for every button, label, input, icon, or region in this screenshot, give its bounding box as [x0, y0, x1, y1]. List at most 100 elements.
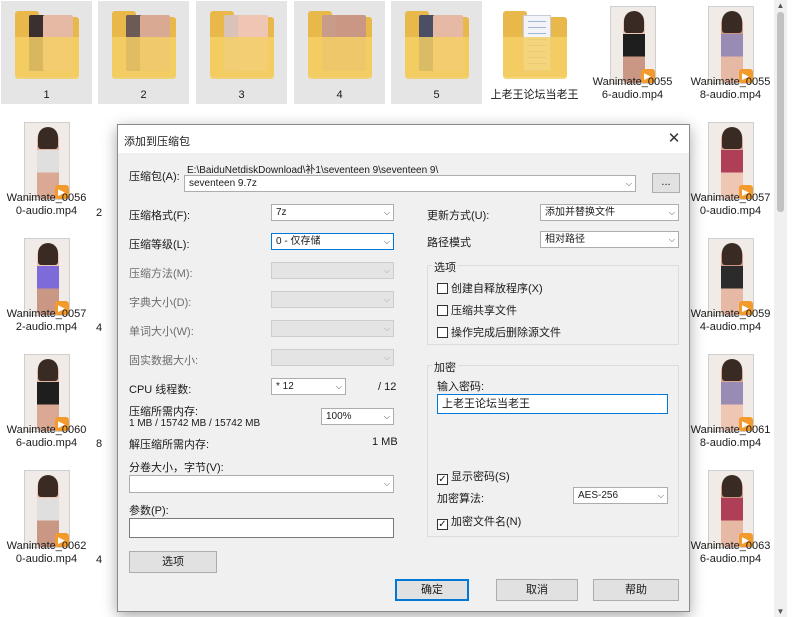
checkbox-box[interactable]	[437, 305, 448, 316]
format-label: 压缩格式(F):	[129, 210, 191, 222]
video-file-item[interactable]: ▶ Wanimate_0055 6-audio.mp4	[587, 1, 678, 104]
shared-files-checkbox[interactable]: 压缩共享文件	[437, 302, 517, 318]
file-name: 3	[238, 89, 245, 101]
memory-percent-select[interactable]: 100% ⌵	[321, 408, 394, 425]
folder-icon	[307, 11, 372, 79]
show-password-checkbox[interactable]: ✓ 显示密码(S)	[437, 468, 510, 485]
hair-shape	[721, 11, 742, 33]
options-button[interactable]: 选项	[129, 551, 217, 573]
chevron-down-icon: ⌵	[383, 266, 390, 275]
encrypt-filenames-checkbox[interactable]: ✓ 加密文件名(N)	[437, 513, 521, 530]
encryption-method-value: AES-256	[578, 490, 619, 501]
scroll-up-icon[interactable]: ▲	[774, 1, 787, 10]
path-mode-select[interactable]: 相对路径 ⌵	[540, 231, 679, 248]
method-select[interactable]: ⌵	[271, 262, 394, 279]
cancel-button[interactable]: 取消	[496, 579, 578, 601]
update-mode-select[interactable]: 添加并替换文件 ⌵	[540, 204, 679, 221]
folder-item[interactable]: 1	[1, 1, 92, 104]
delete-source-checkbox[interactable]: 操作完成后删除源文件	[437, 324, 561, 340]
volume-size-label: 分卷大小，字节(V):	[129, 462, 224, 474]
video-file-item[interactable]: ▶ Wanimate_0056 0-audio.mp4	[1, 117, 92, 220]
format-value: 7z	[276, 207, 287, 218]
create-sfx-checkbox[interactable]: 创建自释放程序(X)	[437, 280, 543, 296]
archive-name-combo[interactable]: seventeen 9.7z ⌵	[184, 175, 636, 192]
chevron-down-icon: ⌵	[383, 237, 390, 246]
vertical-scrollbar[interactable]: ▲ ▼	[774, 0, 787, 617]
update-mode-label: 更新方式(U):	[427, 210, 490, 222]
chevron-down-icon: ⌵	[383, 324, 390, 333]
volume-size-combo[interactable]: ⌵	[129, 475, 394, 493]
check-icon[interactable]: ✓	[437, 474, 448, 485]
file-name: 2	[140, 89, 147, 101]
folder-icon	[502, 11, 567, 79]
video-file-item[interactable]: ▶ Wanimate_0061 8-audio.mp4	[685, 349, 776, 452]
hair-shape	[623, 11, 644, 33]
video-thumbnail: ▶	[707, 354, 754, 432]
shared-files-label: 压缩共享文件	[451, 305, 517, 317]
dict-size-select[interactable]: ⌵	[271, 291, 394, 308]
level-value: 0 - 仅存储	[276, 236, 321, 247]
file-name-partial: 2	[96, 207, 103, 219]
update-mode-value: 添加并替换文件	[545, 207, 615, 218]
checkbox-box[interactable]	[437, 327, 448, 338]
video-file-item[interactable]: ▶ Wanimate_0057 2-audio.mp4	[1, 233, 92, 336]
password-label: 输入密码:	[437, 381, 485, 393]
file-name: 5	[433, 89, 440, 101]
chevron-down-icon: ⌵	[625, 179, 632, 188]
params-input[interactable]	[129, 518, 394, 538]
help-button[interactable]: 帮助	[593, 579, 679, 601]
video-file-item[interactable]: ▶ Wanimate_0063 6-audio.mp4	[685, 465, 776, 568]
folder-item[interactable]: 5	[391, 1, 482, 104]
folder-front	[307, 37, 372, 79]
chevron-down-icon: ⌵	[335, 382, 342, 391]
method-label: 压缩方法(M):	[129, 268, 193, 280]
threads-label: CPU 线程数:	[129, 384, 192, 396]
checkbox-box[interactable]	[437, 283, 448, 294]
params-label: 参数(P):	[129, 505, 169, 517]
video-file-item[interactable]: ▶ Wanimate_0055 8-audio.mp4	[685, 1, 776, 104]
threads-select[interactable]: * 12 ⌵	[271, 378, 346, 395]
file-name: Wanimate_0059 4-audio.mp4	[690, 308, 771, 333]
word-size-select[interactable]: ⌵	[271, 320, 394, 337]
scrollbar-thumb[interactable]	[777, 12, 784, 212]
folder-item[interactable]: 2	[98, 1, 189, 104]
chevron-down-icon: ⌵	[383, 479, 390, 488]
format-select[interactable]: 7z ⌵	[271, 204, 394, 221]
hair-shape	[721, 243, 742, 265]
video-thumbnail: ▶	[23, 122, 70, 200]
file-name: 4	[336, 89, 343, 101]
file-name: Wanimate_0055 6-audio.mp4	[592, 76, 673, 101]
file-name-partial: 8	[96, 438, 103, 450]
scroll-down-icon[interactable]: ▼	[774, 607, 787, 616]
check-icon[interactable]: ✓	[437, 519, 448, 530]
password-input[interactable]: 上老王论坛当老王	[437, 394, 668, 414]
path-mode-label: 路径模式	[427, 237, 471, 249]
encryption-method-select[interactable]: AES-256 ⌵	[573, 487, 668, 504]
video-thumbnail: ▶	[707, 238, 754, 316]
archive-path: E:\BaiduNetdiskDownload\补1\seventeen 9\s…	[187, 165, 439, 176]
ok-button[interactable]: 确定	[395, 579, 469, 601]
video-file-item[interactable]: ▶ Wanimate_0057 0-audio.mp4	[685, 117, 776, 220]
dict-size-label: 字典大小(D):	[129, 297, 192, 309]
archive-label: 压缩包(A):	[129, 171, 180, 183]
level-select[interactable]: 0 - 仅存储 ⌵	[271, 233, 394, 250]
add-to-archive-dialog: 添加到压缩包 ✕ 压缩包(A): E:\BaiduNetdiskDownload…	[117, 124, 690, 612]
solid-size-select[interactable]: ⌵	[271, 349, 394, 366]
video-file-item[interactable]: ▶ Wanimate_0060 6-audio.mp4	[1, 349, 92, 452]
file-name: Wanimate_0057 2-audio.mp4	[6, 308, 87, 333]
close-icon[interactable]: ✕	[659, 125, 689, 153]
create-sfx-label: 创建自释放程序(X)	[451, 283, 543, 295]
folder-front	[209, 37, 274, 79]
show-password-label: 显示密码(S)	[451, 471, 510, 483]
folder-item[interactable]: 上老王论坛当老王	[489, 1, 580, 104]
video-file-item[interactable]: ▶ Wanimate_0059 4-audio.mp4	[685, 233, 776, 336]
video-file-item[interactable]: ▶ Wanimate_0062 0-audio.mp4	[1, 465, 92, 568]
folder-item[interactable]: 3	[196, 1, 287, 104]
folder-item[interactable]: 4	[294, 1, 385, 104]
level-label: 压缩等级(L):	[129, 239, 190, 251]
folder-front	[502, 37, 567, 79]
browse-button[interactable]: ...	[652, 173, 680, 193]
decompress-memory-label: 解压缩所需内存:	[129, 439, 210, 451]
threads-total: / 12	[378, 381, 397, 393]
encrypt-filenames-label: 加密文件名(N)	[451, 516, 522, 528]
